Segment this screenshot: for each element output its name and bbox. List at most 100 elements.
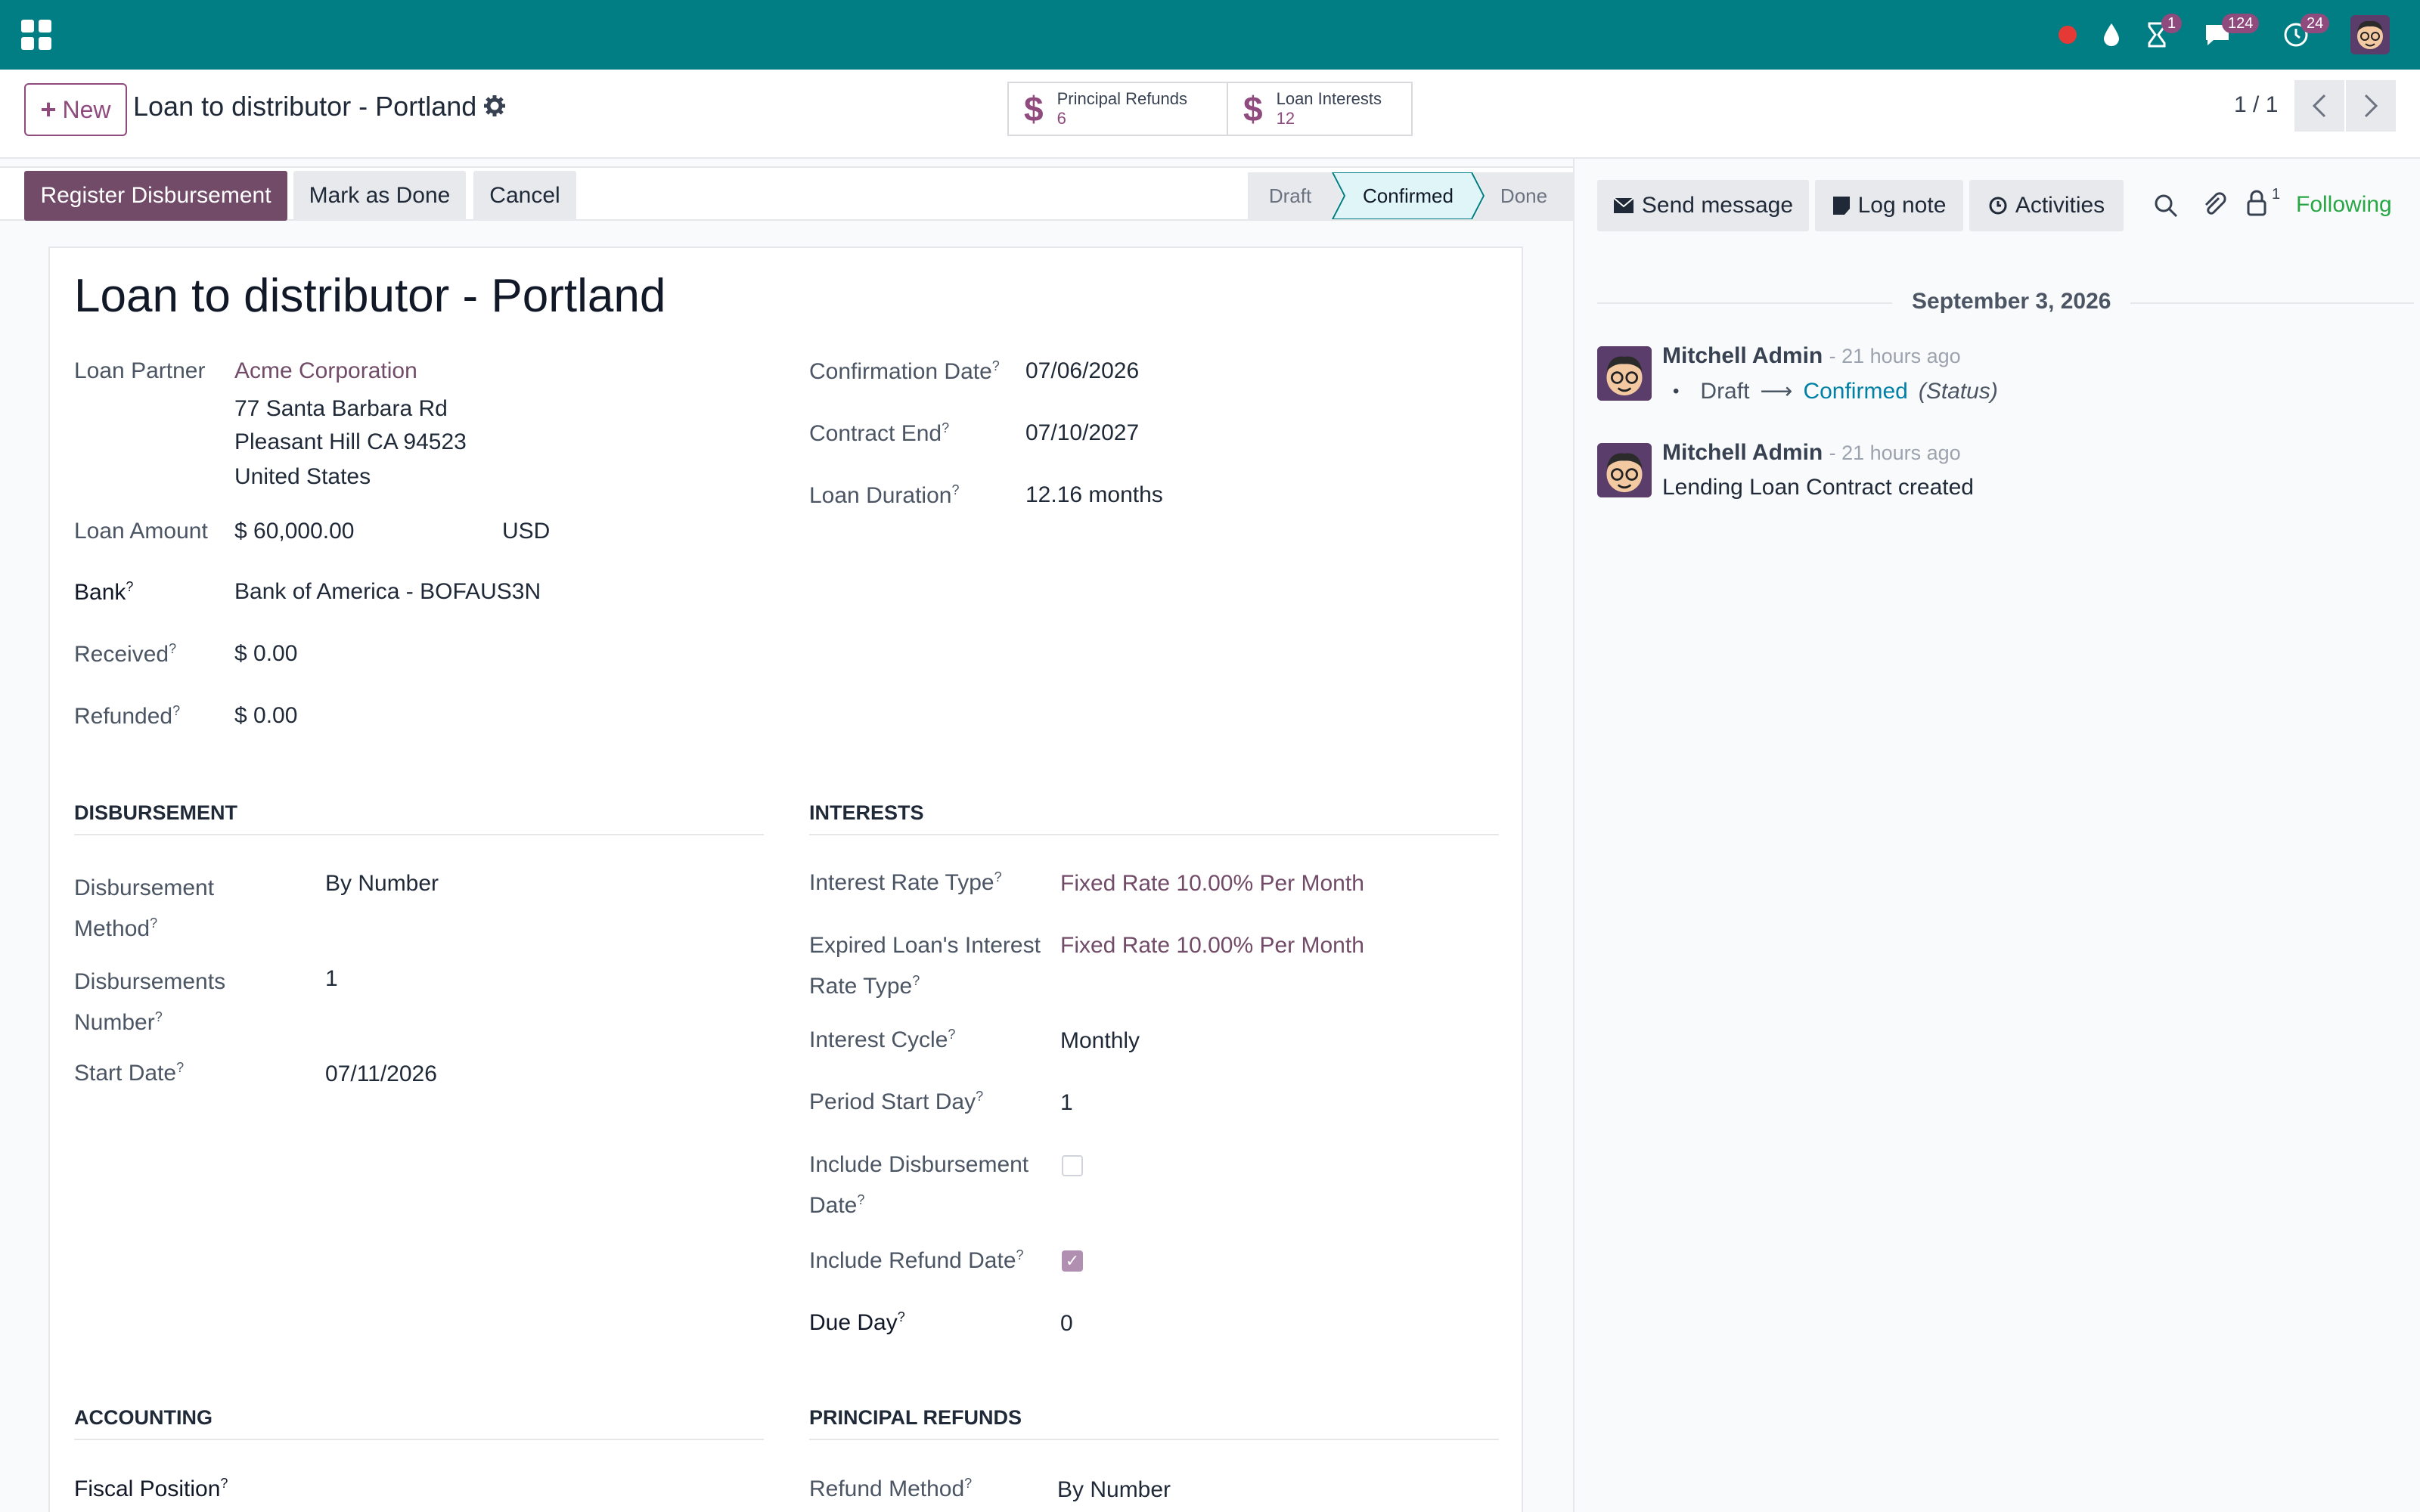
bank-value[interactable]: Bank of America - BOFAUS3N (234, 579, 541, 605)
disbursement-section-title: DISBURSEMENT (74, 801, 764, 835)
address-line-2: Pleasant Hill CA 94523 (234, 429, 467, 454)
message-header: Mitchell Admin - 21 hours ago (1662, 440, 1961, 466)
stage-done[interactable]: Done (1482, 172, 1565, 219)
send-message-button[interactable]: Send message (1597, 180, 1809, 231)
recording-dot-icon[interactable] (2054, 17, 2081, 53)
plus-icon: + (40, 94, 57, 125)
disbursements-number-label: Disbursements Number? (74, 969, 226, 1035)
cancel-button[interactable]: Cancel (473, 171, 576, 221)
droplet-icon[interactable] (2096, 17, 2127, 53)
activity-hourglass-icon[interactable]: 1 (2140, 14, 2183, 53)
loan-duration-value: 12.16 months (1025, 482, 1163, 507)
note-icon (1832, 197, 1850, 215)
bank-label: Bank? (74, 579, 134, 605)
record-title[interactable]: Loan to distributor - Portland (74, 269, 666, 323)
contract-end-label: Contract End? (809, 420, 950, 446)
expired-interest-rate-type-link[interactable]: Fixed Rate 10.00% Per Month (1060, 933, 1364, 959)
start-date-label: Start Date? (74, 1060, 185, 1086)
tracking-value-change: • Draft ⟶ Confirmed (Status) (1673, 378, 1998, 404)
due-day-label: Due Day? (809, 1309, 905, 1335)
include-disbursement-date-label: Include Disbursement Date? (809, 1152, 1029, 1218)
bullet-icon: • (1673, 380, 1680, 401)
interests-section-title: INTERESTS (809, 801, 1499, 835)
message-time: - 21 hours ago (1829, 442, 1961, 464)
control-panel: + New Loan to distributor - Portland $ P… (0, 70, 2420, 159)
disbursement-method-value[interactable]: By Number (325, 871, 439, 897)
include-disbursement-date-checkbox[interactable] (1062, 1155, 1083, 1176)
accounting-section-title: ACCOUNTING (74, 1406, 764, 1440)
contract-end-value[interactable]: 07/10/2027 (1025, 420, 1139, 446)
message-author-avatar[interactable] (1597, 346, 1652, 401)
paperclip-icon[interactable] (2202, 192, 2228, 223)
expired-interest-rate-type-label: Expired Loan's Interest Rate Type? (809, 933, 1041, 999)
period-start-day-value[interactable]: 1 (1060, 1090, 1073, 1116)
activities-button[interactable]: Activities (1969, 180, 2124, 231)
activities-label: Activities (2015, 193, 2105, 218)
gear-icon[interactable] (482, 94, 507, 118)
principal-refunds-section-title: PRINCIPAL REFUNDS (809, 1406, 1499, 1440)
loan-interests-button[interactable]: $ Loan Interests 12 (1227, 82, 1413, 136)
start-date-value[interactable]: 07/11/2026 (325, 1061, 437, 1087)
loan-duration-label: Loan Duration? (809, 482, 960, 508)
new-label: New (62, 95, 111, 123)
message-author[interactable]: Mitchell Admin (1662, 440, 1823, 465)
arrow-right-icon: ⟶ (1760, 379, 1793, 404)
register-disbursement-button[interactable]: Register Disbursement (24, 171, 287, 221)
message-author-avatar[interactable] (1597, 443, 1652, 497)
disbursement-method-label: Disbursement Method? (74, 875, 215, 941)
clock-icon[interactable]: 24 (2279, 14, 2330, 53)
tracked-field: (Status) (1918, 378, 1998, 404)
following-button[interactable]: Following (2296, 192, 2392, 218)
fiscal-position-label: Fiscal Position? (74, 1476, 228, 1501)
loan-amount-label: Loan Amount (74, 519, 208, 544)
smart-button-label: Loan Interests (1276, 89, 1382, 108)
interest-cycle-value[interactable]: Monthly (1060, 1028, 1140, 1054)
refunded-value: $ 0.00 (234, 703, 298, 728)
send-message-label: Send message (1641, 193, 1794, 218)
breadcrumb: Loan to distributor - Portland (133, 91, 477, 122)
pager-next-button[interactable] (2346, 80, 2396, 132)
new-button[interactable]: + New (24, 83, 127, 136)
loan-partner-link[interactable]: Acme Corporation (234, 358, 417, 384)
lock-icon (2247, 190, 2266, 216)
include-refund-date-checkbox[interactable]: ✓ (1062, 1250, 1083, 1272)
smart-button-count: 12 (1276, 109, 1295, 128)
period-start-day-label: Period Start Day? (809, 1089, 984, 1114)
currency-value[interactable]: USD (502, 519, 550, 544)
interest-rate-type-link[interactable]: Fixed Rate 10.00% Per Month (1060, 871, 1364, 897)
smart-button-count: 6 (1056, 109, 1066, 128)
principal-refunds-button[interactable]: $ Principal Refunds 6 (1007, 82, 1228, 136)
apps-menu-icon[interactable] (21, 20, 51, 50)
address-line-3: United States (234, 464, 371, 489)
loan-amount-value[interactable]: $ 60,000.00 (234, 519, 354, 544)
clock-icon (1989, 197, 2007, 215)
pager-value[interactable]: 1 / 1 (2234, 92, 2278, 118)
stage-draft[interactable]: Draft (1248, 172, 1333, 219)
form-statusbar: Register Disbursement Mark as Done Cance… (0, 166, 1573, 221)
refund-method-label: Refund Method? (809, 1476, 973, 1501)
pager-previous-button[interactable] (2294, 80, 2344, 132)
user-avatar[interactable] (2349, 15, 2391, 54)
search-icon[interactable] (2154, 194, 2178, 222)
followers-count: 1 (2272, 186, 2281, 203)
smart-button-label: Principal Refunds (1056, 89, 1188, 108)
message-author[interactable]: Mitchell Admin (1662, 343, 1823, 368)
disbursements-number-value[interactable]: 1 (325, 966, 338, 992)
messages-badge: 124 (2222, 14, 2260, 33)
dollar-icon: $ (1243, 89, 1263, 129)
log-note-label: Log note (1857, 193, 1947, 218)
dollar-icon: $ (1024, 89, 1044, 129)
received-value: $ 0.00 (234, 641, 298, 666)
refunded-label: Refunded? (74, 703, 181, 729)
refund-method-value[interactable]: By Number (1057, 1477, 1171, 1503)
stage-confirmed[interactable]: Confirmed (1340, 172, 1476, 219)
followers-button[interactable]: 1 (2246, 186, 2280, 220)
due-day-value[interactable]: 0 (1060, 1311, 1073, 1337)
confirmation-date-value[interactable]: 07/06/2026 (1025, 358, 1139, 384)
log-note-button[interactable]: Log note (1815, 180, 1963, 231)
envelope-icon (1613, 197, 1634, 213)
message-time: - 21 hours ago (1829, 345, 1961, 367)
messages-icon[interactable]: 124 (2201, 14, 2260, 53)
top-navbar: 1 124 24 (0, 0, 2420, 70)
mark-as-done-button[interactable]: Mark as Done (293, 171, 466, 221)
